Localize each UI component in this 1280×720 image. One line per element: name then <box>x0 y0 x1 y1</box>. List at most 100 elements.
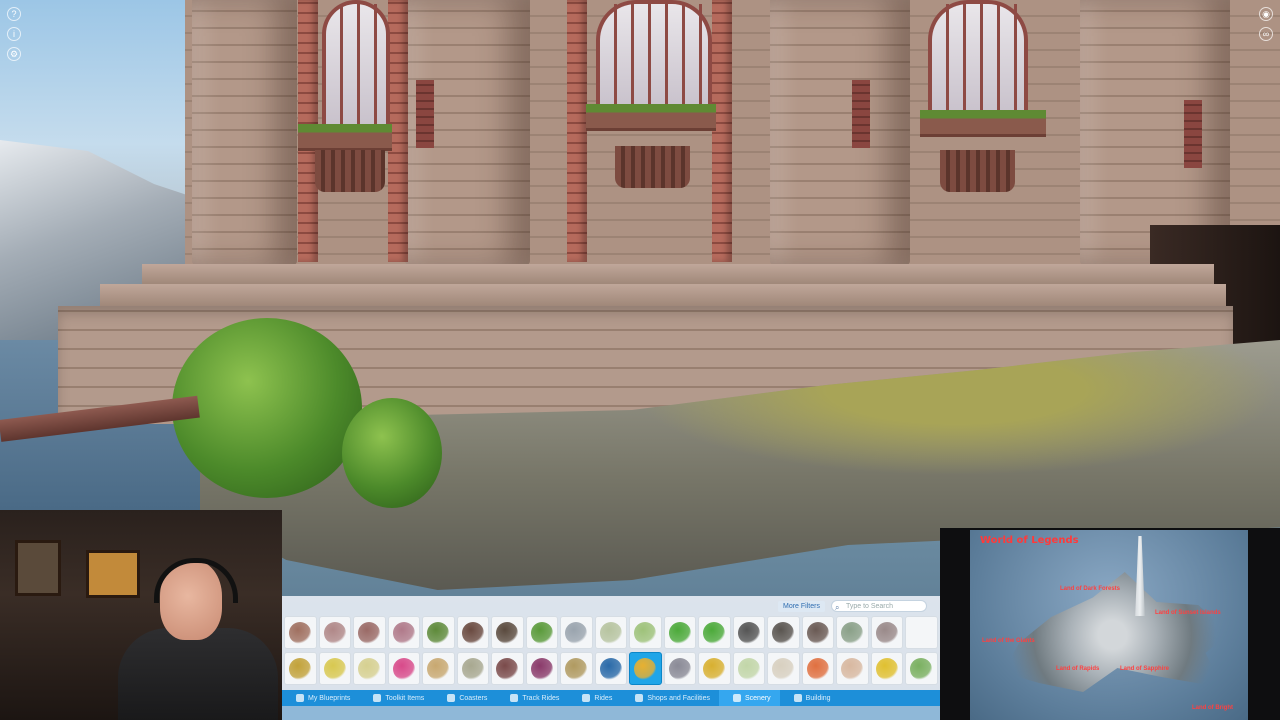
scenery-item[interactable] <box>318 652 351 685</box>
scenery-item[interactable] <box>353 652 386 685</box>
scenery-item-grid <box>284 616 940 686</box>
scenery-item[interactable] <box>732 616 765 649</box>
link-icon[interactable]: ∞ <box>1259 27 1273 41</box>
scenery-item[interactable] <box>560 652 593 685</box>
scenery-item[interactable] <box>387 652 420 685</box>
scenery-item[interactable] <box>387 616 420 649</box>
green-bush[interactable] <box>342 398 442 508</box>
gothic-window <box>322 0 390 124</box>
scenery-item-thumbnail <box>806 621 829 644</box>
scenery-item[interactable] <box>767 652 800 685</box>
tab-scenery[interactable]: Scenery <box>718 690 780 706</box>
scenery-item[interactable] <box>318 616 351 649</box>
scenery-item-thumbnail <box>461 657 484 680</box>
scenery-item[interactable] <box>353 616 386 649</box>
gothic-window <box>596 0 712 106</box>
scenery-item-thumbnail <box>323 657 346 680</box>
scenery-item[interactable] <box>284 652 317 685</box>
scenery-item[interactable] <box>525 652 558 685</box>
ride-icon <box>582 694 591 702</box>
scenery-item[interactable] <box>836 616 869 649</box>
tab-label: Scenery <box>744 694 771 702</box>
scenery-item[interactable] <box>560 616 593 649</box>
scenery-item[interactable] <box>284 616 317 649</box>
tab-label: Shops and Facilities <box>647 694 710 702</box>
scenery-item[interactable] <box>905 616 938 649</box>
scenery-item[interactable] <box>767 616 800 649</box>
minimap-title: World of Legends <box>980 535 1079 546</box>
toolkit-icon <box>373 694 382 702</box>
tab-label: Rides <box>594 694 613 702</box>
scenery-item-thumbnail <box>772 621 795 644</box>
scenery-item-thumbnail <box>565 657 588 680</box>
scenery-item[interactable] <box>663 616 696 649</box>
map-label: Land of Sapphire <box>1120 666 1170 672</box>
scenery-item[interactable] <box>732 652 765 685</box>
scenery-item-thumbnail <box>668 621 691 644</box>
scenery-item[interactable] <box>594 616 627 649</box>
scenery-item[interactable] <box>456 652 489 685</box>
help-icon[interactable]: ? <box>7 7 21 21</box>
scenery-item-thumbnail <box>323 621 346 644</box>
scenery-item-thumbnail <box>841 621 864 644</box>
scenery-item-thumbnail <box>496 621 519 644</box>
scenery-item[interactable] <box>629 652 662 685</box>
tab-building[interactable]: Building <box>780 690 840 706</box>
tab-shop[interactable]: Shops and Facilities <box>621 690 719 706</box>
balcony <box>615 146 690 188</box>
scenery-item[interactable] <box>456 616 489 649</box>
scenery-item-thumbnail <box>392 621 415 644</box>
green-bush[interactable] <box>172 318 362 498</box>
stone-step <box>100 284 1226 308</box>
search-input[interactable]: ⌕ Type to Search <box>830 600 927 612</box>
shop-icon <box>635 694 644 702</box>
scenery-item-thumbnail <box>599 621 622 644</box>
scenery-item[interactable] <box>422 616 455 649</box>
brick-pillar <box>567 0 587 262</box>
blueprint-icon <box>296 694 304 702</box>
building-icon <box>793 694 802 702</box>
scenery-item-thumbnail <box>910 657 933 680</box>
scenery-item[interactable] <box>491 652 524 685</box>
scenery-item[interactable] <box>836 652 869 685</box>
more-filters-button[interactable]: More Filters <box>778 600 825 612</box>
category-tabs: My Blueprints Toolkit Items Coasters Track … <box>282 690 940 706</box>
scenery-item-thumbnail <box>565 621 588 644</box>
tab-coaster[interactable]: Coasters <box>433 690 496 706</box>
scenery-item-thumbnail <box>703 621 726 644</box>
coaster-icon <box>447 694 456 702</box>
scenery-item-thumbnail <box>289 657 312 680</box>
scenery-item[interactable] <box>663 652 696 685</box>
scenery-item[interactable] <box>801 652 834 685</box>
tab-label: Building <box>805 694 831 702</box>
map-label: Land of the Giants <box>982 638 1035 644</box>
tab-toolkit[interactable]: Toolkit Items <box>359 690 433 706</box>
filter-bar: More Filters ⌕ Type to Search <box>778 599 927 613</box>
scenery-item[interactable] <box>698 652 731 685</box>
tab-ride[interactable]: Rides <box>568 690 621 706</box>
scenery-item[interactable] <box>905 652 938 685</box>
camera-icon[interactable]: ◉ <box>1259 7 1273 21</box>
settings-icon[interactable]: ⚙ <box>7 47 21 61</box>
tab-label: Track Rides <box>522 694 560 702</box>
info-icon[interactable]: i <box>7 27 21 41</box>
map-landmass <box>1002 572 1231 692</box>
scenery-item[interactable] <box>594 652 627 685</box>
park-map: World of Legends Land of Dark Forests La… <box>970 530 1248 720</box>
scenery-item-thumbnail <box>358 657 381 680</box>
scenery-item-thumbnail <box>634 657 657 680</box>
scenery-item[interactable] <box>422 652 455 685</box>
toolbar-footer <box>282 706 940 720</box>
tab-blueprint[interactable]: My Blueprints <box>282 690 359 706</box>
search-icon: ⌕ <box>834 603 840 612</box>
scenery-item[interactable] <box>629 616 662 649</box>
scenery-item[interactable] <box>801 616 834 649</box>
scenery-item[interactable] <box>525 616 558 649</box>
tab-track-ride[interactable]: Track Rides <box>496 690 568 706</box>
scenery-item[interactable] <box>870 616 903 649</box>
scenery-item[interactable] <box>491 616 524 649</box>
scenery-item[interactable] <box>870 652 903 685</box>
wall-picture <box>15 540 61 596</box>
scenery-item-thumbnail <box>461 621 484 644</box>
scenery-item[interactable] <box>698 616 731 649</box>
